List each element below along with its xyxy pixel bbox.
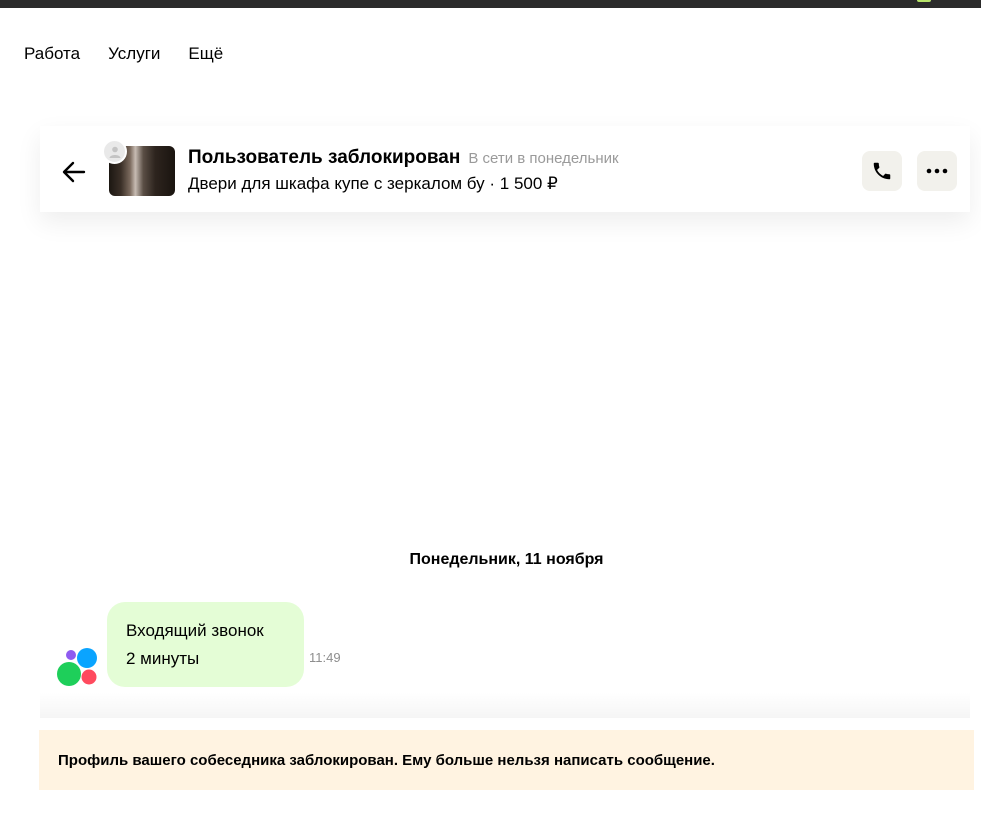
- sender-avatar: [56, 646, 100, 688]
- blocked-notice-banner: Профиль вашего собеседника заблокирован.…: [39, 730, 974, 790]
- nav-item-work[interactable]: Работа: [24, 44, 80, 64]
- chat-title-row: Пользователь заблокирован В сети в понед…: [188, 147, 619, 169]
- listing-title[interactable]: Двери для шкафа купе с зеркалом бу · 1 5…: [188, 174, 558, 194]
- back-arrow-icon: [62, 161, 86, 183]
- back-button[interactable]: [60, 158, 88, 186]
- top-nav: Работа Услуги Ещё: [24, 44, 223, 64]
- user-placeholder-icon: [109, 146, 120, 158]
- chat-header: Пользователь заблокирован В сети в понед…: [40, 126, 970, 212]
- top-bar-accent: [917, 0, 931, 2]
- call-button[interactable]: [862, 151, 902, 191]
- message-line-1: Входящий звонок: [126, 621, 264, 640]
- blocked-notice-text: Профиль вашего собеседника заблокирован.…: [58, 751, 715, 769]
- user-status: В сети в понедельник: [468, 150, 619, 167]
- more-options-button[interactable]: [917, 151, 957, 191]
- phone-icon: [873, 162, 891, 180]
- message-line-2: 2 минуты: [126, 649, 200, 668]
- message-time: 11:49: [309, 650, 341, 665]
- user-avatar: [102, 139, 127, 164]
- nav-item-services[interactable]: Услуги: [108, 44, 160, 64]
- top-bar: [0, 0, 981, 8]
- composer-shadow: [40, 692, 970, 718]
- date-divider: Понедельник, 11 ноября: [409, 551, 604, 568]
- nav-item-more[interactable]: Ещё: [188, 44, 223, 64]
- avito-logo-icon: [57, 648, 97, 686]
- message-bubble[interactable]: Входящий звонок 2 минуты: [107, 602, 304, 687]
- user-name: Пользователь заблокирован: [188, 147, 461, 168]
- more-dots-icon: [926, 168, 948, 174]
